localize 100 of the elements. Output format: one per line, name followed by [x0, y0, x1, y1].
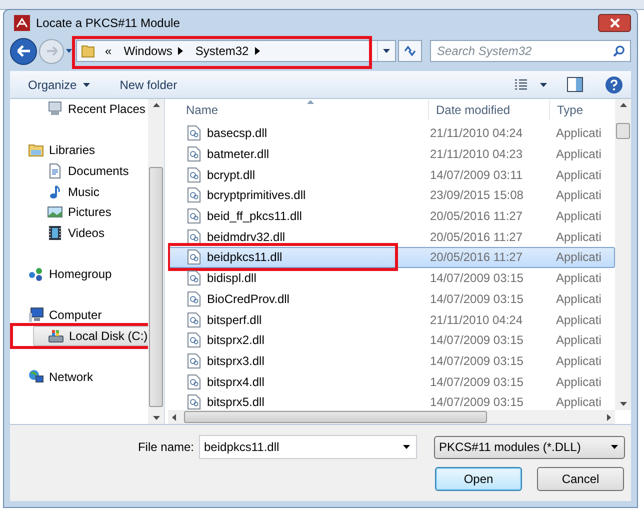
view-options-button[interactable]: [514, 78, 547, 90]
dll-file-icon: [187, 187, 201, 204]
type-cell-text: Applicati: [555, 166, 602, 184]
file-row[interactable]: basecsp.dll 21/11/2010 04:24 Applicati: [168, 123, 615, 144]
date-cell-text: 14/07/2009 03:15: [429, 332, 524, 350]
nav-item[interactable]: Homegroup: [16, 264, 118, 284]
type-cell-text: Applicati: [555, 270, 602, 288]
breadcrumb[interactable]: System32: [195, 42, 249, 60]
preview-pane-button[interactable]: [567, 76, 583, 92]
file-row[interactable]: beidmdrv32.dll 20/05/2016 11:27 Applicati: [168, 226, 615, 248]
dll-file-icon: [187, 394, 201, 410]
type-cell-text: Applicati: [555, 312, 602, 329]
scroll-up-icon: [620, 103, 626, 107]
close-button[interactable]: [598, 14, 631, 32]
forward-arrow-icon: [46, 46, 58, 56]
file-name: beidmdrv32.dll: [207, 228, 286, 246]
nav-item[interactable]: Videos: [33, 222, 110, 243]
file-name-field[interactable]: beidpkcs11.dll: [199, 435, 417, 459]
file-row[interactable]: bitsprx3.dll 14/07/2009 03:15 Applicati: [168, 350, 615, 372]
nav-item[interactable]: Recent Places: [33, 99, 148, 120]
scroll-thumb[interactable]: [616, 123, 630, 139]
file-row[interactable]: bitsprx4.dll 14/07/2009 03:15 Applicati: [168, 371, 615, 392]
dll-file-icon: [187, 332, 201, 348]
details-view-icon: [514, 78, 528, 90]
file-type-dropdown[interactable]: PKCS#11 modules (*.DLL): [434, 436, 625, 458]
pdf-app-icon: [14, 15, 30, 31]
file-row[interactable]: beid_ff_pkcs11.dll 20/05/2016 11:27 Applicati: [168, 206, 615, 226]
file-row[interactable]: bitsprx5.dll 14/07/2009 03:15 Applicati: [168, 392, 615, 410]
chevron-icon: [254, 47, 260, 55]
preview-pane-icon: [567, 76, 583, 92]
search-icon: [613, 45, 625, 57]
file-name: batmeter.dll: [207, 146, 270, 164]
dialog-button[interactable]: Open: [435, 467, 522, 491]
breadcrumb[interactable]: Windows: [124, 42, 172, 60]
network-icon: [28, 369, 44, 386]
file-row[interactable]: BioCredProv.dll 14/07/2009 03:15 Applicati: [168, 288, 615, 310]
date-cell-text: 14/07/2009 03:15: [429, 394, 524, 410]
nav-item[interactable]: Computer: [16, 305, 108, 326]
new-folder-button[interactable]: New folder: [120, 76, 178, 94]
dll-file-icon: [187, 208, 201, 224]
caret-icon: [403, 445, 410, 449]
date-cell-text: 14/07/2009 03:15: [429, 270, 524, 288]
scroll-down-icon: [152, 416, 160, 420]
scroll-left-icon: [172, 414, 176, 420]
type-cell-text: Applicati: [555, 352, 602, 370]
nav-item[interactable]: Pictures: [33, 202, 118, 222]
file-name: bitsprx5.dll: [207, 394, 264, 410]
help-icon: [605, 76, 623, 94]
nav-item[interactable]: Libraries: [16, 140, 102, 160]
type-cell-text: Applicati: [555, 187, 602, 204]
type-cell-text: Applicati: [555, 208, 602, 226]
scroll-thumb[interactable]: [149, 166, 163, 406]
date-cell-text: 21/11/2010 04:24: [429, 125, 524, 142]
dll-file-icon: [187, 352, 201, 369]
scroll-right-icon: [607, 414, 611, 420]
search-field[interactable]: Search System32: [430, 40, 631, 62]
picture-icon: [47, 204, 63, 220]
date-cell-text: 21/11/2010 04:23: [429, 146, 524, 164]
nav-item[interactable]: Network: [16, 367, 100, 388]
scrollbar[interactable]: [615, 99, 631, 410]
scrollbar[interactable]: [148, 99, 164, 424]
file-name: basecsp.dll: [207, 125, 268, 142]
file-row[interactable]: bcrypt.dll 14/07/2009 03:11 Applicati: [168, 164, 615, 186]
nav-item[interactable]: Local Disk (C:): [33, 326, 148, 346]
file-row[interactable]: bidispl.dll 14/07/2009 03:15 Applicati: [168, 268, 615, 288]
help-button[interactable]: [605, 76, 623, 94]
computer-icon: [28, 307, 44, 324]
field-label: File name:: [138, 439, 194, 456]
overflow-chevron[interactable]: «: [105, 42, 112, 60]
file-row[interactable]: bcryptprimitives.dll 23/09/2015 15:08 Applicati: [168, 185, 615, 206]
back-button[interactable]: [10, 38, 37, 64]
scrollbar[interactable]: [168, 410, 615, 424]
file-name: bitsprx2.dll: [207, 332, 264, 350]
dll-file-icon: [187, 290, 201, 307]
date-cell-text: 14/07/2009 03:15: [429, 290, 524, 308]
file-row[interactable]: batmeter.dll 21/11/2010 04:23 Applicati: [168, 144, 615, 164]
date-cell-text: 14/07/2009 03:11: [429, 166, 524, 184]
back-arrow-icon: [16, 45, 30, 57]
dialog-button[interactable]: Cancel: [537, 467, 624, 491]
date-cell-text: 21/11/2010 04:24: [429, 312, 524, 329]
music-note-icon: [47, 184, 63, 200]
file-name: bcrypt.dll: [207, 166, 256, 184]
recent-places-icon: [47, 101, 63, 118]
refresh-button[interactable]: [398, 40, 422, 62]
type-cell-text: Applicati: [555, 394, 602, 410]
column-header[interactable]: Date modified: [428, 100, 549, 120]
close-icon: [610, 18, 620, 28]
scroll-thumb[interactable]: [184, 411, 487, 423]
nav-item[interactable]: Music: [33, 182, 106, 202]
caret-icon: [383, 49, 390, 53]
file-name: bidispl.dll: [207, 270, 256, 288]
organize-menu-button[interactable]: Organize: [28, 76, 90, 94]
file-row[interactable]: bitsprx2.dll 14/07/2009 03:15 Applicati: [168, 330, 615, 351]
column-header[interactable]: Name: [168, 100, 428, 120]
film-icon: [47, 224, 63, 241]
date-cell-text: 20/05/2016 11:27: [429, 249, 524, 266]
document-icon: [47, 163, 63, 180]
file-row[interactable]: bitsperf.dll 21/11/2010 04:24 Applicati: [168, 309, 615, 330]
nav-item[interactable]: Documents: [33, 161, 135, 182]
file-name: bitsprx3.dll: [207, 352, 264, 370]
